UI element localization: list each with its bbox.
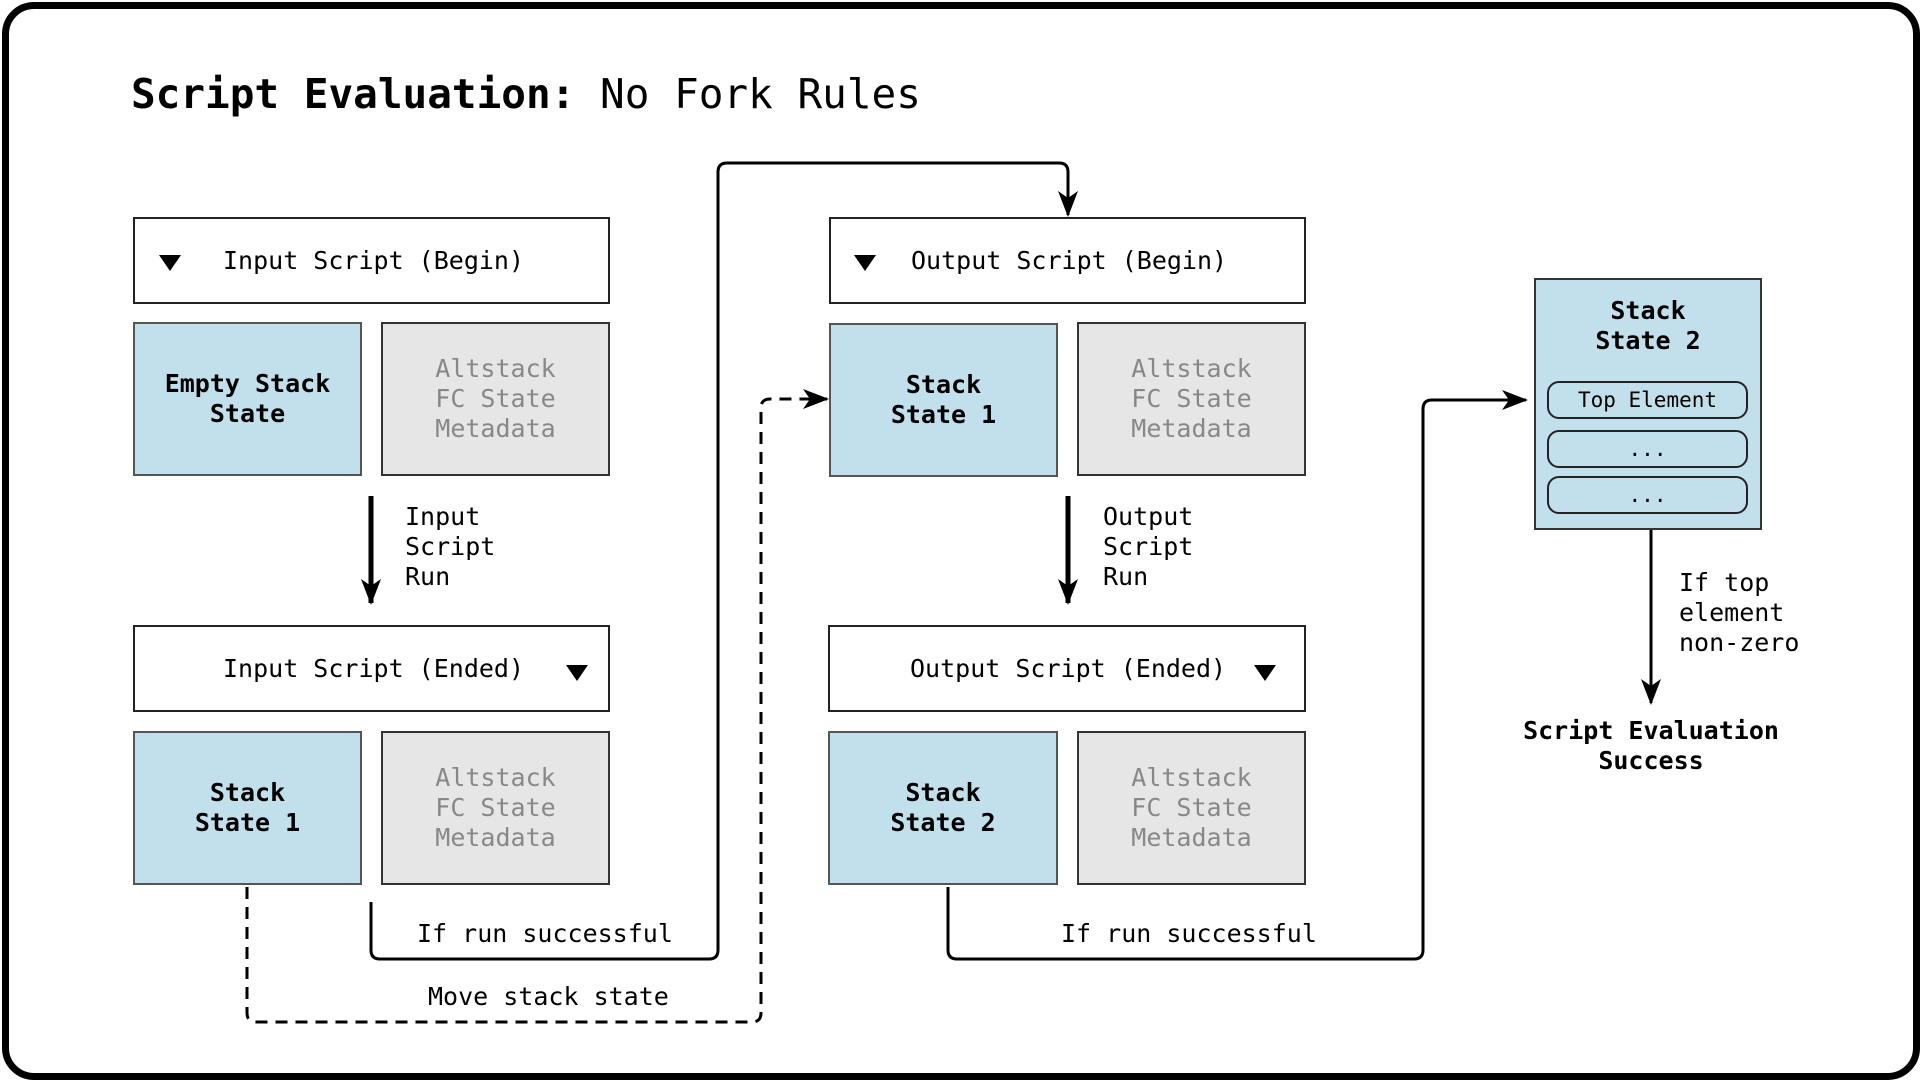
output-initial-altstack-label: Altstack FC State Metadata — [1131, 354, 1252, 443]
connector-layer — [245, 161, 1661, 1024]
triangle-down-icon — [1254, 665, 1276, 681]
input-success-label: If run successful — [417, 919, 673, 948]
result-condition-label: If top element non-zero — [1679, 568, 1800, 657]
evaluation-success-label: Script Evaluation Success — [1523, 716, 1779, 775]
input-final-altstack: Altstack FC State Metadata — [381, 731, 610, 885]
result-stack-title: Stack State 2 — [1595, 296, 1701, 355]
output-run-label: Output Script Run — [1103, 502, 1194, 591]
input-initial-stack-label: Empty Stack State — [164, 369, 331, 428]
output-success-label: If run successful — [1061, 919, 1317, 948]
output-final-altstack: Altstack FC State Metadata — [1077, 731, 1306, 885]
stack-element: ... — [1547, 476, 1748, 514]
output-script-ended-header: Output Script (Ended) — [828, 625, 1306, 712]
triangle-down-icon — [854, 255, 876, 271]
stack-element-top: Top Element — [1547, 381, 1748, 419]
input-run-label: Input Script Run — [405, 502, 496, 591]
output-begin-label: Output Script (Begin) — [911, 246, 1228, 275]
output-script-begin-header: Output Script (Begin) — [829, 217, 1306, 304]
output-final-altstack-label: Altstack FC State Metadata — [1131, 763, 1252, 852]
input-script-begin-header: Input Script (Begin) — [133, 217, 610, 304]
input-script-ended-header: Input Script (Ended) — [133, 625, 610, 712]
output-ended-label: Output Script (Ended) — [910, 654, 1227, 683]
input-begin-label: Input Script (Begin) — [223, 246, 525, 275]
output-final-stack-label: Stack State 2 — [890, 778, 996, 837]
input-initial-stack: Empty Stack State — [133, 322, 362, 476]
output-initial-altstack: Altstack FC State Metadata — [1077, 322, 1306, 476]
output-initial-stack-label: Stack State 1 — [890, 370, 997, 429]
input-ended-label: Input Script (Ended) — [223, 654, 525, 683]
input-final-altstack-label: Altstack FC State Metadata — [435, 763, 556, 852]
stack-element: ... — [1547, 430, 1748, 468]
input-initial-altstack-label: Altstack FC State Metadata — [435, 354, 556, 443]
triangle-down-icon — [159, 255, 181, 271]
input-final-stack: Stack State 1 — [133, 731, 362, 885]
input-initial-altstack: Altstack FC State Metadata — [381, 322, 610, 476]
output-final-stack: Stack State 2 — [828, 731, 1058, 885]
move-stack-state-label: Move stack state — [428, 982, 669, 1011]
input-final-stack-label: Stack State 1 — [194, 778, 301, 837]
output-initial-stack: Stack State 1 — [829, 323, 1058, 477]
triangle-down-icon — [566, 665, 588, 681]
